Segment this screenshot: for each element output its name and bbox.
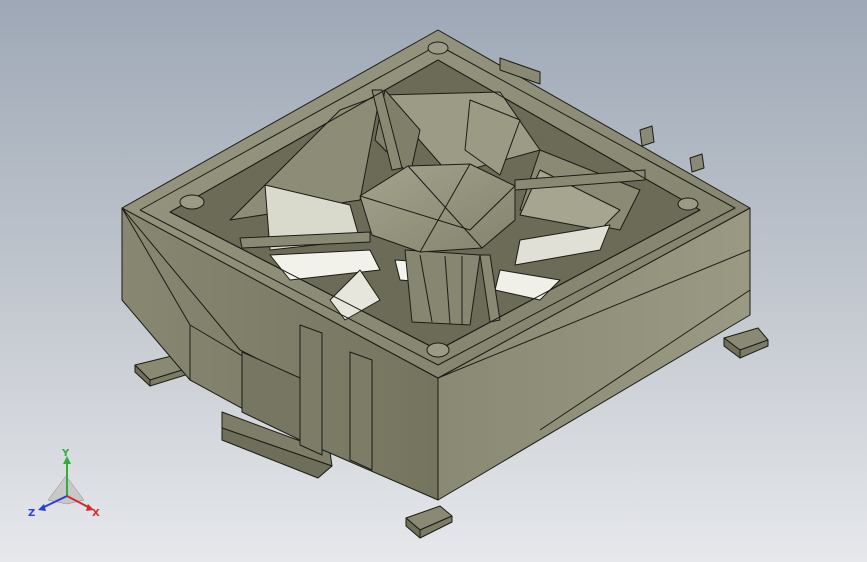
left-wall-rib [349,351,373,471]
fan-shroud-model[interactable] [0,0,867,562]
corner-boss-bottom [426,342,450,358]
orientation-triad[interactable]: Y X Z [22,446,112,526]
motor-housing [404,249,481,326]
triad-z-label: Z [28,508,35,519]
mount-foot-bottom [405,505,453,539]
corner-boss-right [677,197,699,211]
left-wall-rib [299,324,323,456]
triad-y-label: Y [61,448,70,459]
corner-boss-top [427,41,449,55]
graphics-viewport[interactable]: Y X Z [0,0,867,562]
triad-x-label: X [92,508,100,519]
mount-foot-right [723,327,769,359]
corner-boss-left [179,194,205,210]
